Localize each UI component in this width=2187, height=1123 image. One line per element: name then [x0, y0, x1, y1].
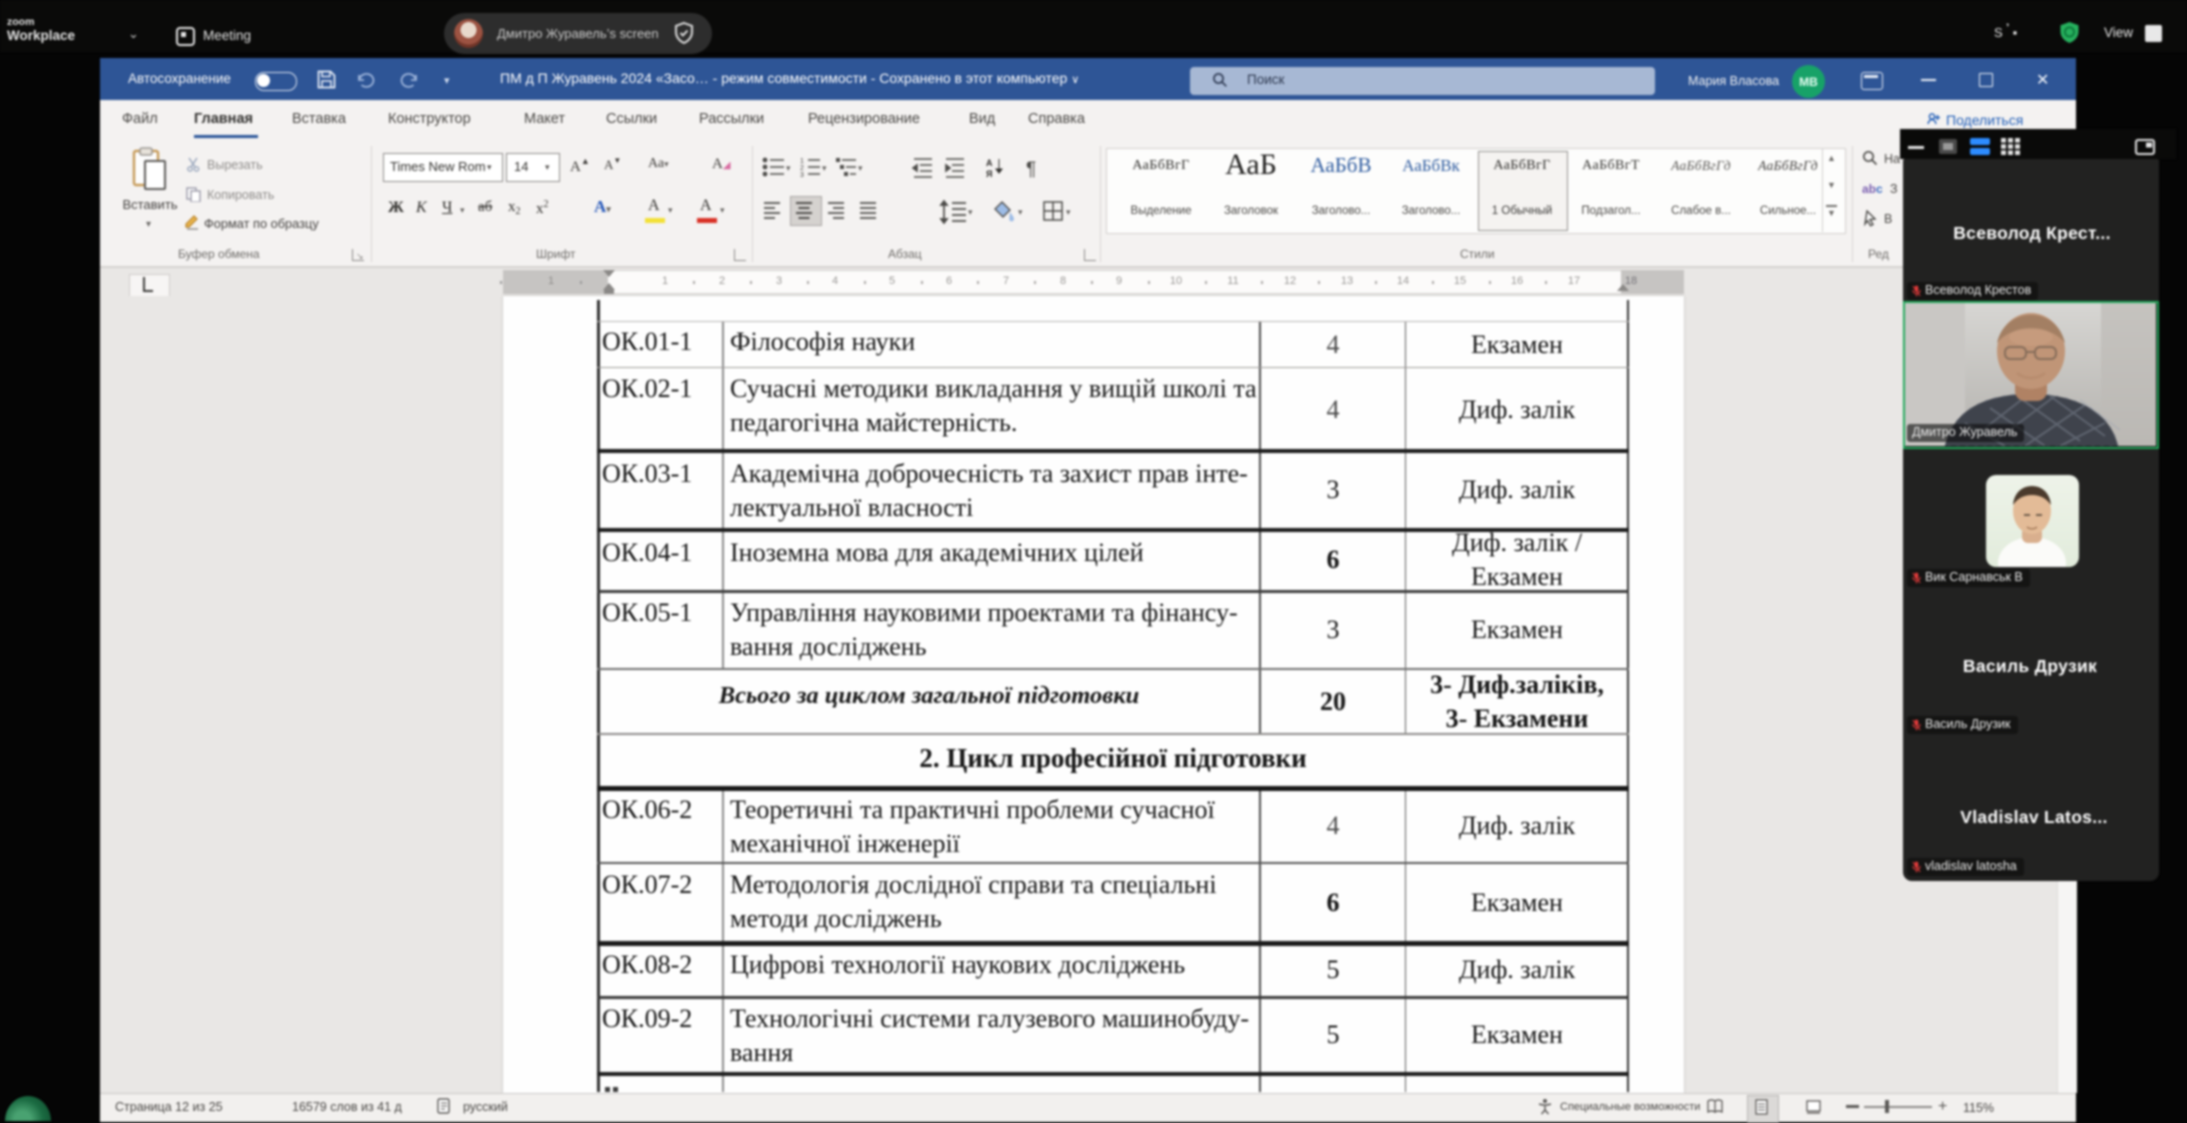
- svg-text:▾: ▾: [858, 163, 863, 173]
- svg-text:А: А: [986, 158, 993, 168]
- svg-text:▾: ▾: [1018, 207, 1023, 217]
- svg-text:▾: ▾: [968, 207, 973, 217]
- svg-text:3: 3: [800, 172, 804, 179]
- svg-text:Я: Я: [986, 169, 992, 179]
- svg-text:2: 2: [800, 165, 804, 172]
- svg-text:1: 1: [800, 158, 804, 165]
- svg-text:▾: ▾: [1066, 207, 1071, 217]
- svg-text:▾: ▾: [822, 163, 827, 173]
- svg-text:▾: ▾: [786, 163, 791, 173]
- svg-text:¶: ¶: [1026, 159, 1036, 180]
